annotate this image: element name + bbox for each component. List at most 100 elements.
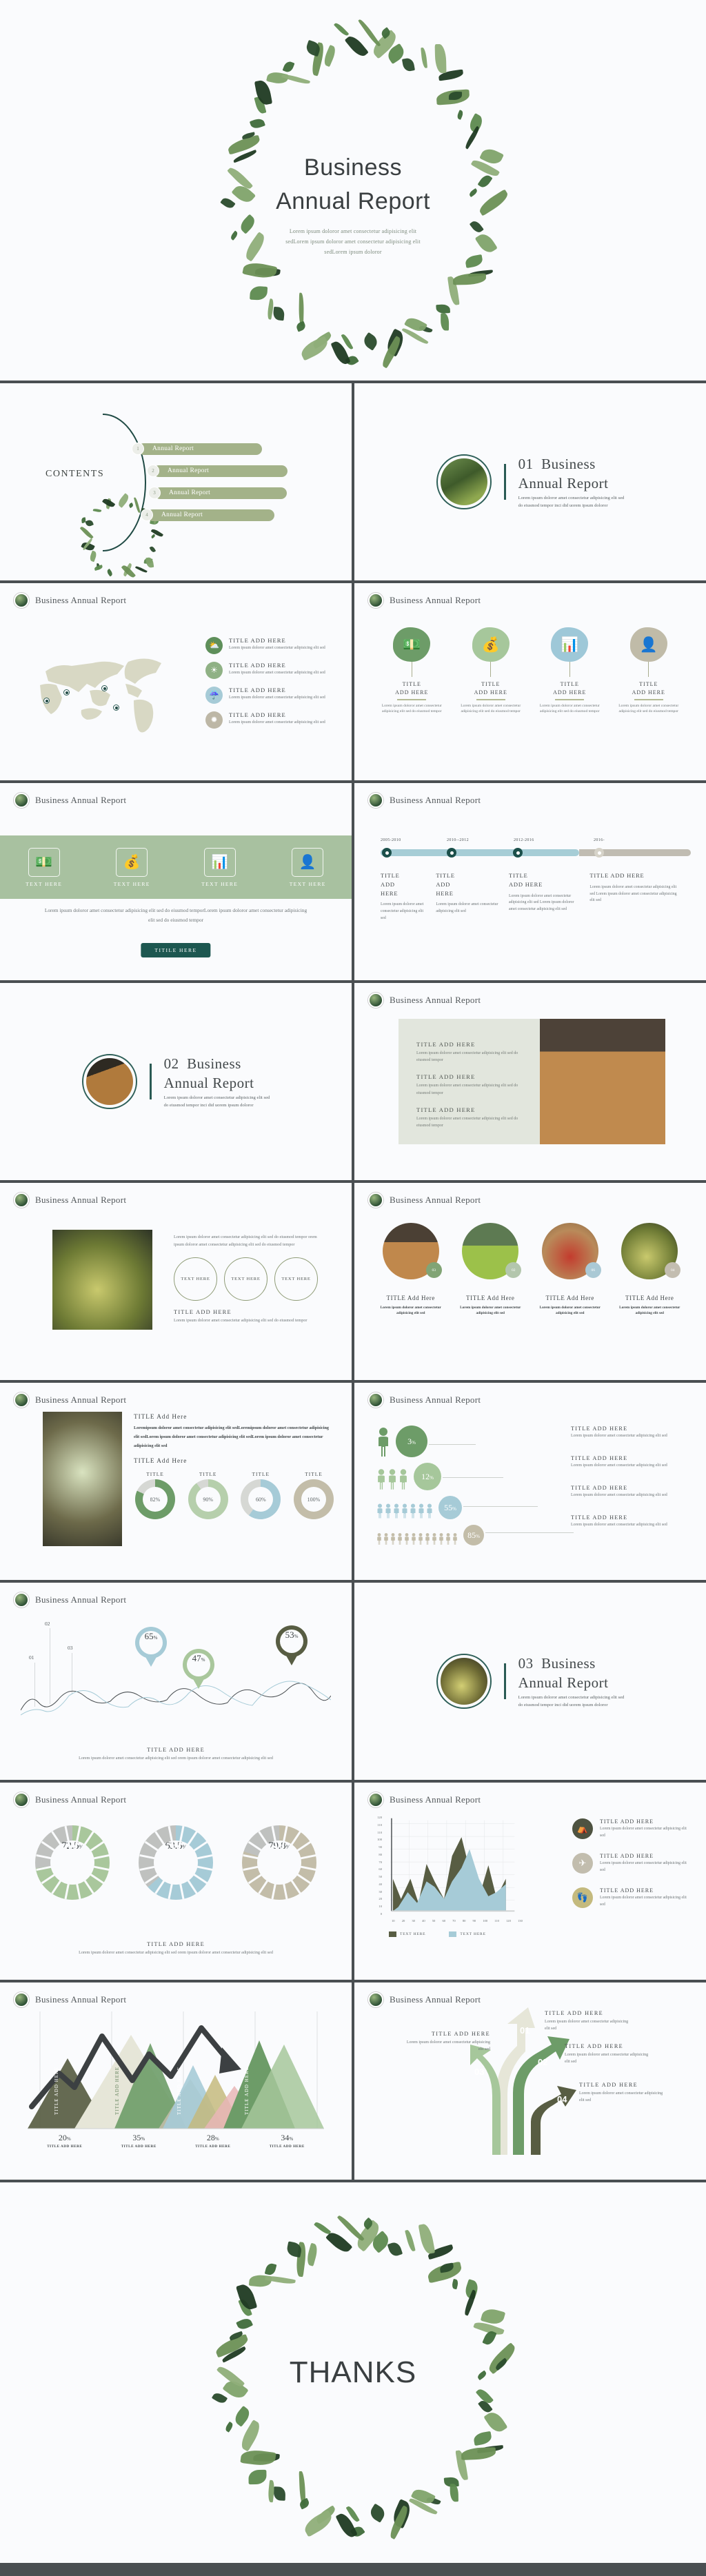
photo-circle-item[interactable]: 03 TITLE Add Here Lorem ipsum doloror amet… (375, 1223, 447, 1317)
circle-row: TEXT HERE TEXT HERE TEXT HERE (174, 1257, 319, 1301)
photo-circle-item[interactable]: 04 TITLE Add Here Lorem ipsum doloror amet… (614, 1223, 685, 1317)
outline-circle[interactable]: TEXT HERE (174, 1257, 217, 1301)
hanging-glass-photo (52, 1230, 152, 1330)
slide-timeline[interactable]: Business Annual Report 2005-2010 2010--2… (354, 783, 706, 980)
slide-world-map[interactable]: Business Annual Report ⛅ TITLE ADD HERE Lo (0, 583, 352, 780)
contents-item-1[interactable]: 1 Annual Report (132, 443, 262, 455)
y-tick: 90 (379, 1845, 382, 1849)
section-number-02: 02 (163, 1055, 179, 1072)
icon-band: 💵 TEXT HERE 💰 TEXT HERE 📊 TEXT HERE 👤 TEXT HERE (0, 835, 352, 899)
photo-circle-badge: 02 (505, 1262, 522, 1278)
timeline-dot-1[interactable] (382, 848, 392, 858)
slide-section-02[interactable]: 02 Business Annual Report Lorem ipsum do… (0, 983, 352, 1180)
outline-circle[interactable]: TEXT HERE (274, 1257, 318, 1301)
slide-arrows[interactable]: Business Annual Report 01 02 03 04 TITLE A… (354, 1982, 706, 2180)
blob-item[interactable]: 💰 TITLE ADD HERE Lorem ipsum doloror amet c… (453, 627, 529, 715)
slide-photo-circles[interactable]: Business Annual Report 03 TITLE Add Here L… (354, 1183, 706, 1380)
world-map-graphic (21, 642, 193, 739)
band-item[interactable]: 👤 TEXT HERE (290, 847, 326, 887)
slide-people-stats[interactable]: Business Annual Report 3% 12% 55% 85% TITLE… (354, 1383, 706, 1580)
people-bubble: 3% (396, 1426, 427, 1457)
contents-item-3[interactable]: 3 Annual Report (148, 487, 287, 499)
timeline-dot-2[interactable] (447, 848, 456, 858)
map-legend-item[interactable]: ✹ TITLE ADD HERE Lorem ipsum doloror amet … (205, 711, 336, 729)
map-legend-item[interactable]: ☔ TITLE ADD HERE Lorem ipsum doloror amet … (205, 687, 336, 704)
svg-text:TITLE ADD HERE: TITLE ADD HERE (176, 2067, 182, 2115)
timeline-dot-4[interactable] (594, 848, 604, 858)
slide-contents[interactable]: CONTENTS 1 Annual Report 2 Annual Report… (0, 383, 352, 580)
thanks-title: THANKS (289, 2355, 417, 2389)
map-pin-north-america[interactable] (101, 685, 108, 691)
map-legend-item[interactable]: ⛅ TITLE ADD HERE Lorem ipsum doloror amet … (205, 637, 336, 654)
slide-wave-chart[interactable]: Business Annual Report 01 02 03 65% 47% … (0, 1583, 352, 1780)
header-title: Business Annual Report (35, 595, 127, 605)
map-pin-asia[interactable] (63, 689, 70, 696)
timeline-col-desc: Lorem ipsum doloror amet consectetur adi… (436, 902, 498, 914)
section-desc-02-line1: Lorem ipsum doloror amet consectetur adi… (163, 1095, 270, 1101)
photo-circle-item[interactable]: 06 TITLE Add Here Lorem ipsum doloror amet… (534, 1223, 606, 1317)
photo-circle: 06 (541, 1223, 601, 1279)
cover-subtitle-line3: sedLorem ipsum doloror (324, 248, 382, 255)
slide-donut-stats[interactable]: Business Annual Report TITLE Add Here Lo… (0, 1383, 352, 1580)
photo-circle-title: TITLE Add Here (625, 1295, 674, 1301)
people-icons (376, 1427, 392, 1457)
wave-pin-53[interactable]: 53% (276, 1625, 307, 1665)
bar-chart-growth-icon: 📊 (551, 627, 589, 662)
area-legend-item[interactable]: ⛺ TITLE ADD HERE Lorem ipsum doloror amet … (572, 1818, 691, 1839)
contents-item-4[interactable]: 4 Annual Report (141, 509, 274, 521)
area-legend-item[interactable]: ✈ TITLE ADD HERE Lorem ipsum doloror amet … (572, 1853, 691, 1874)
y-tick: 40 (379, 1882, 382, 1886)
image-circles-desc: Lorem ipsum doloror amet consectetur adi… (174, 1317, 307, 1323)
slide-header: Business Annual Report (354, 983, 706, 1008)
band-cta-button[interactable]: TITILE HERE (141, 943, 211, 957)
slide-segment-donuts[interactable]: Business Annual Report 72.5% 63.5% 79.8% T… (0, 1783, 352, 1980)
person-icon (384, 1533, 388, 1545)
people-pictogram-chart: 3% 12% 55% 85% (376, 1426, 579, 1551)
donut-value: 100% (301, 1487, 326, 1512)
mountain-chart: TITLE ADD HERE TITLE ADD HERE TITLE ADD … (28, 2011, 324, 2136)
band-item[interactable]: 📊 TEXT HERE (201, 847, 238, 887)
slide-area-chart[interactable]: Business Annual Report 120 110 110 100 90 80 7… (354, 1783, 706, 1980)
section-desc-03-line2: do eiusmod tempor inci did uorem ipsum d… (518, 1702, 608, 1707)
band-item[interactable]: 💰 TEXT HERE (114, 847, 150, 887)
text-block-title: TITLE ADD HERE (416, 1106, 476, 1113)
blob-desc: Lorem ipsum doloror amet consectetur adi… (461, 703, 521, 714)
slide-section-01[interactable]: 01 Business Annual Report Lorem ipsum do… (354, 383, 706, 580)
slide-icon-blobs[interactable]: Business Annual Report 💵 TITLE ADD HERE Lor… (354, 583, 706, 780)
contents-item-2[interactable]: 2 Annual Report (147, 465, 288, 477)
map-pin-south-america[interactable] (113, 704, 119, 711)
people-percent: 85% (467, 1530, 480, 1540)
band-item[interactable]: 💵 TEXT HERE (26, 847, 63, 887)
slide-cover[interactable]: Business Annual Report Lorem ipsum dolor… (0, 0, 706, 381)
timeline-dot-3[interactable] (513, 848, 523, 858)
person-icon (412, 1533, 416, 1545)
arrow-desc-03: Lorem ipsum doloror amet consectetur adi… (406, 2040, 490, 2052)
wave-pin-65[interactable]: 65% (135, 1627, 167, 1667)
blob-desc: Lorem ipsum doloror amet consectetur adi… (381, 703, 442, 714)
slide-section-03[interactable]: 03 Business Annual Report Lorem ipsum do… (354, 1583, 706, 1780)
band-label: TEXT HERE (26, 880, 63, 887)
outline-circle[interactable]: TEXT HERE (224, 1257, 268, 1301)
timeline-col-desc: Lorem ipsum doloror amet consectetur adi… (381, 902, 424, 920)
area-legend-item[interactable]: 👣 TITLE ADD HERE Lorem ipsum doloror amet … (572, 1887, 691, 1909)
slide-image-circles[interactable]: Business Annual Report Lorem ipsum dolor… (0, 1183, 352, 1380)
cover-title-line1: Business (304, 154, 402, 181)
slide-green-band[interactable]: Business Annual Report 💵 TEXT HERE 💰 TEXT H… (0, 783, 352, 980)
slide-mountain-chart[interactable]: Business Annual Report TITLE ADD HERE TI… (0, 1982, 352, 2180)
photo-circle-item[interactable]: 02 TITLE Add Here Lorem ipsum doloror amet… (454, 1223, 526, 1317)
blob-stem (490, 662, 492, 677)
slide-header: Business Annual Report (0, 1583, 352, 1608)
slide-thanks[interactable]: THANKS (0, 2182, 706, 2563)
area-legend-title: TITLE ADD HERE (600, 1853, 654, 1860)
wave-pin-47[interactable]: 47% (183, 1649, 214, 1689)
people-icons (376, 1503, 434, 1519)
blob-item[interactable]: 💵 TITLE ADD HERE Lorem ipsum doloror amet c… (374, 627, 450, 715)
slide-text-image[interactable]: Business Annual Report TITLE ADD HERE Lor… (354, 983, 706, 1180)
blob-item[interactable]: 📊 TITLE ADD HERE Lorem ipsum doloror amet c… (532, 627, 607, 715)
leader-line (463, 1506, 538, 1507)
blob-item[interactable]: 👤 TITLE ADD HERE Lorem ipsum doloror amet c… (611, 627, 687, 715)
map-legend-item[interactable]: ☀ TITLE ADD HERE Lorem ipsum doloror amet … (205, 662, 336, 679)
map-pin-africa[interactable] (43, 698, 50, 704)
people-text-item: TITLE ADD HERE Lorem ipsum doloror amet c… (571, 1514, 695, 1529)
x-tick: 120 (506, 1919, 511, 1923)
